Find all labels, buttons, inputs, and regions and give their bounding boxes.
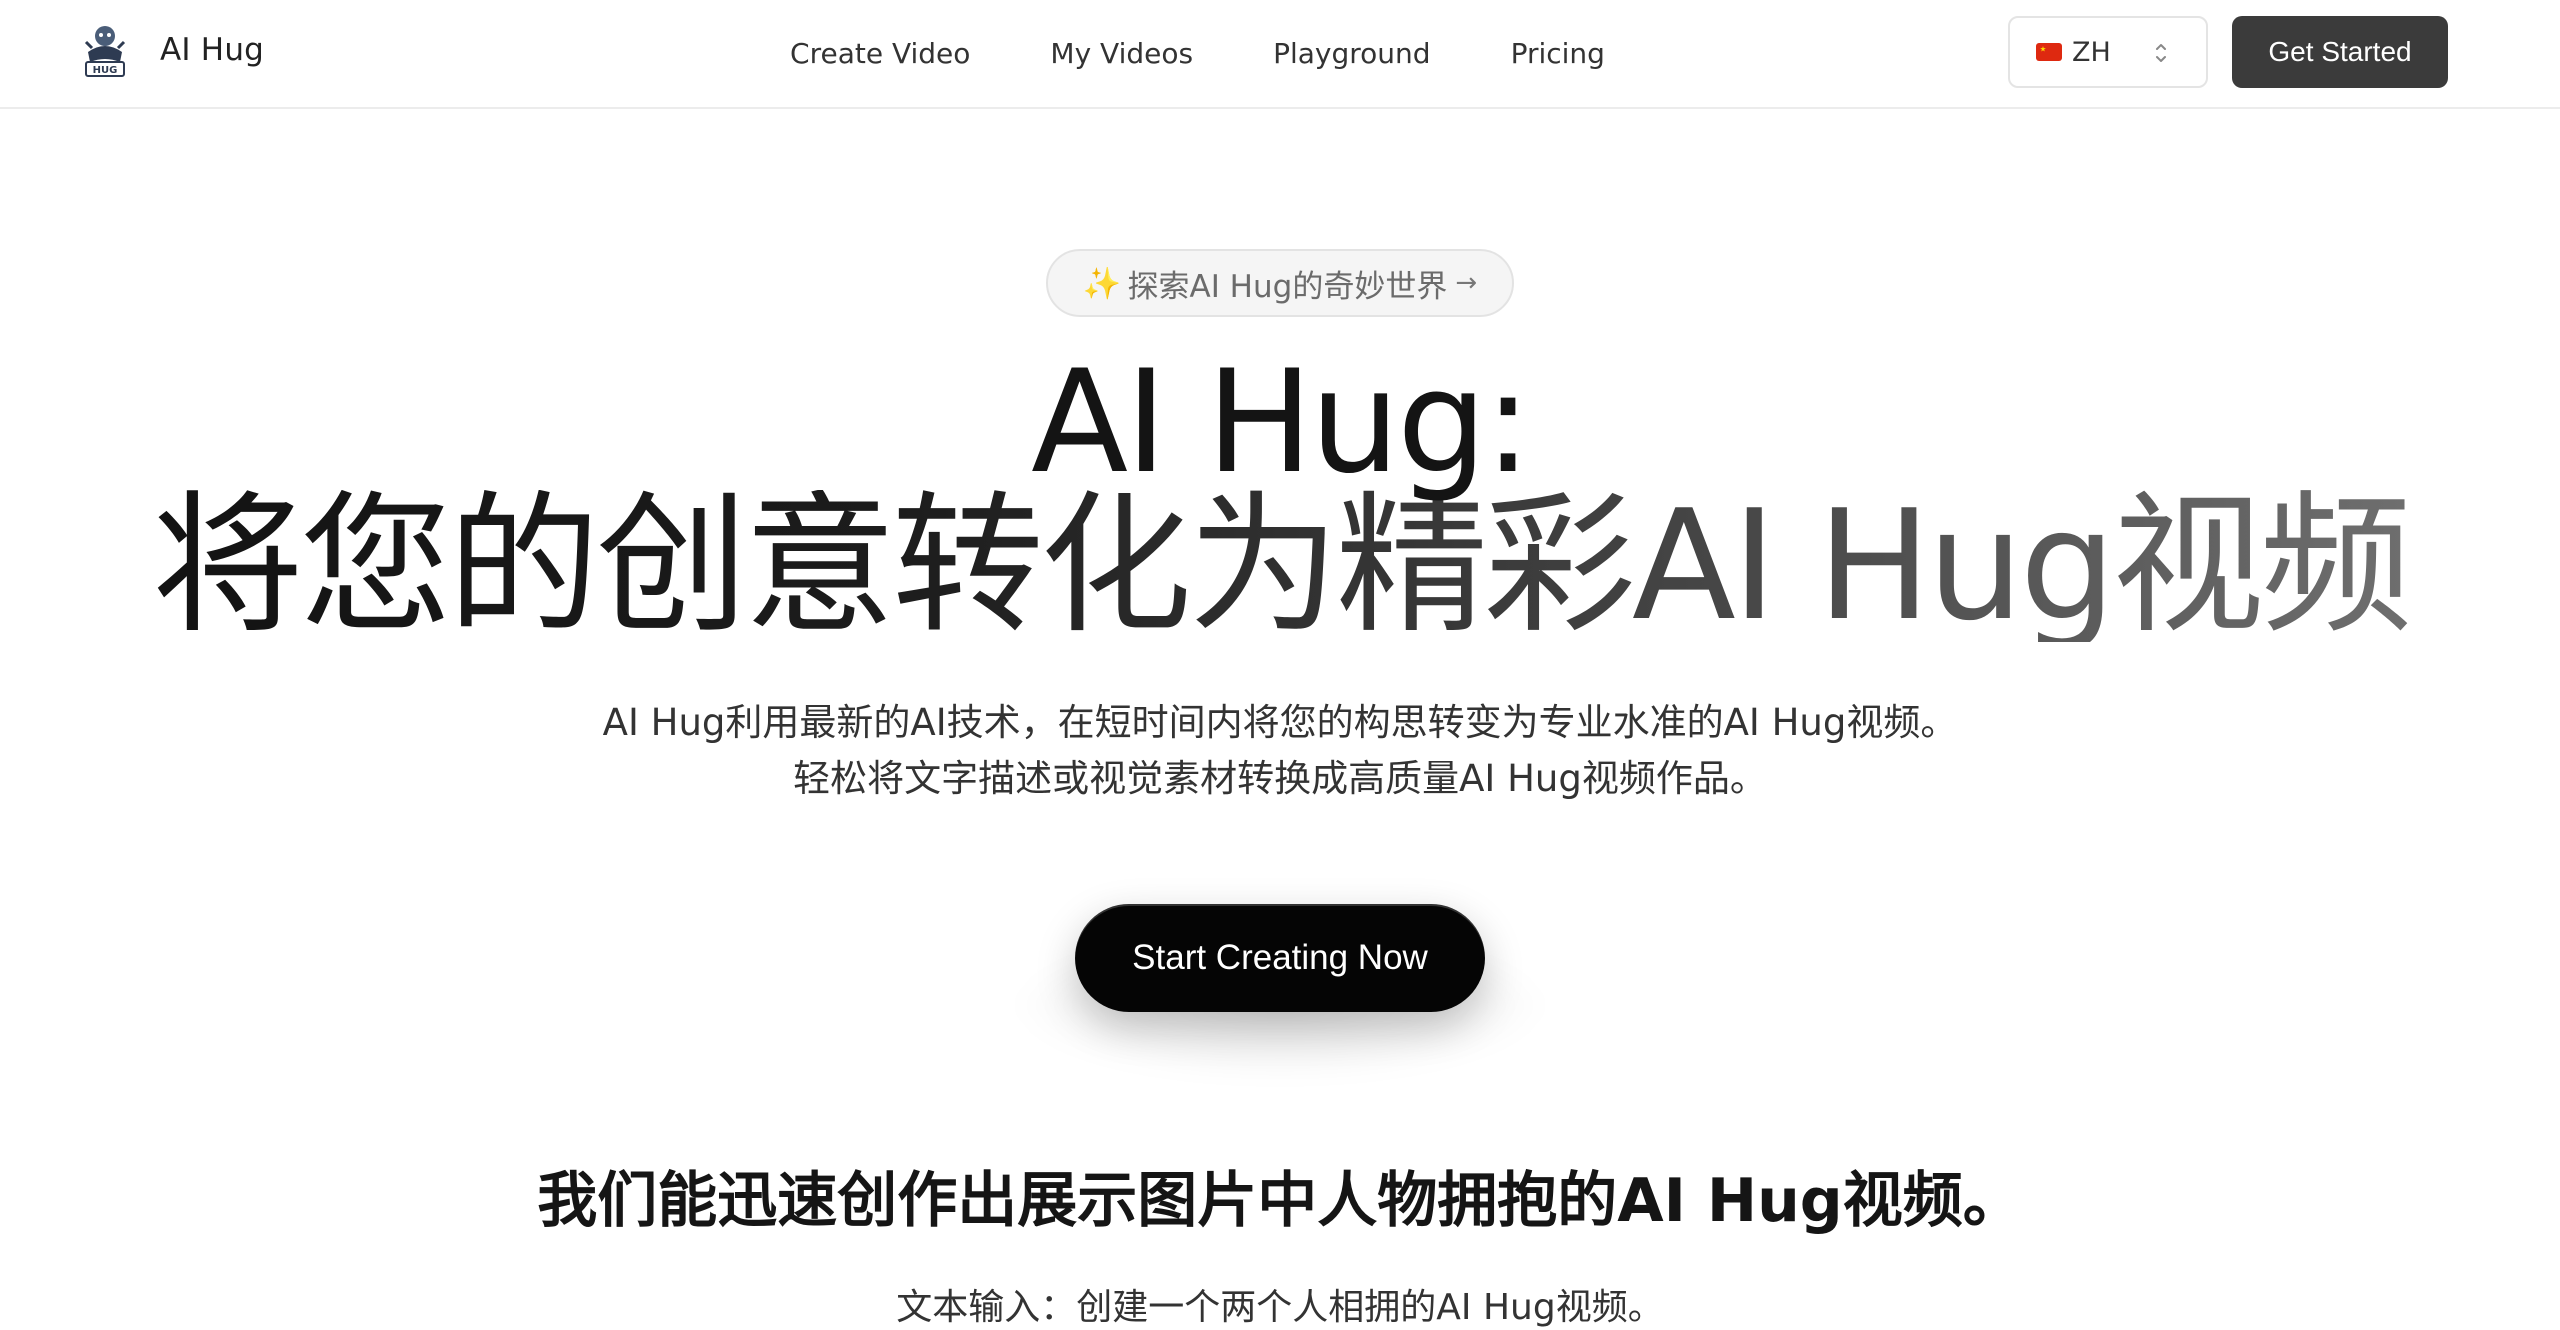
svg-text:HUG: HUG bbox=[93, 65, 118, 76]
brand-name: AI Hug bbox=[160, 32, 265, 68]
badge-text: 探索AI Hug的奇妙世界 bbox=[1127, 268, 1448, 305]
hero-subtitle-line1: AI Hug利用最新的AI技术，在短时间内将您的构思转变为专业水准的AI Hug… bbox=[602, 701, 1958, 744]
china-flag-icon bbox=[2036, 43, 2062, 61]
sparkle-icon: ✨ bbox=[1082, 265, 1122, 302]
brand-logo-link[interactable]: HUG AI Hug bbox=[80, 22, 264, 78]
hug-mascot-logo-icon: HUG bbox=[84, 26, 126, 77]
explore-badge-link[interactable]: ✨ 探索AI Hug的奇妙世界 → bbox=[1046, 249, 1514, 317]
arrow-right-icon: → bbox=[1455, 268, 1478, 298]
hero-title: AI Hug: 将您的创意转化为精彩AI Hug视频 bbox=[0, 352, 2560, 642]
section-heading: 我们能迅速创作出展示图片中人物拥抱的AI Hug视频。 bbox=[537, 1166, 2023, 1236]
get-started-button[interactable]: Get Started bbox=[2232, 16, 2448, 88]
language-code: ZH bbox=[2072, 36, 2111, 68]
nav-playground[interactable]: Playground bbox=[1273, 37, 1430, 70]
nav-create-video[interactable]: Create Video bbox=[790, 37, 970, 70]
chevron-up-down-icon bbox=[2156, 44, 2166, 62]
hero-title-line2: 将您的创意转化为精彩AI Hug视频 bbox=[0, 490, 2560, 642]
hero-subtitle-line2: 轻松将文字描述或视觉素材转换成高质量AI Hug视频作品。 bbox=[793, 757, 1767, 800]
start-creating-button[interactable]: Start Creating Now bbox=[1075, 904, 1485, 1012]
section-text: 文本输入：创建一个两个人相拥的AI Hug视频。 bbox=[896, 1287, 1664, 1328]
nav-pricing[interactable]: Pricing bbox=[1511, 37, 1605, 70]
nav-my-videos[interactable]: My Videos bbox=[1050, 37, 1193, 70]
hero-subtitle: AI Hug利用最新的AI技术，在短时间内将您的构思转变为专业水准的AI Hug… bbox=[0, 695, 2560, 807]
language-select[interactable]: ZH bbox=[2008, 16, 2208, 88]
top-navbar: HUG AI Hug Create Video My Videos Playgr… bbox=[0, 0, 2560, 109]
